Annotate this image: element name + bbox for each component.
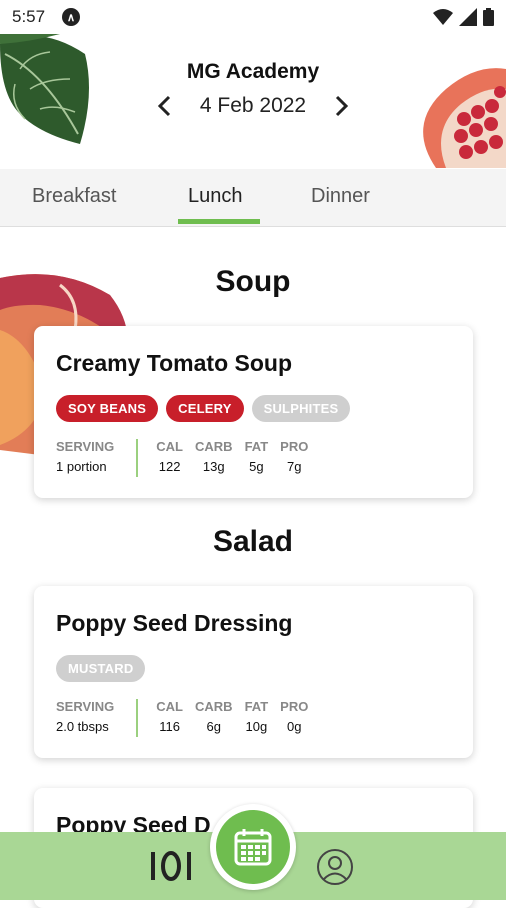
app-notification-icon: ∧ (62, 8, 80, 26)
allergen-badge: MUSTARD (56, 655, 146, 682)
next-day-button[interactable] (328, 92, 356, 120)
current-date: 4 Feb 2022 (199, 94, 307, 117)
serving-label: SERVING (56, 699, 115, 714)
calories-value: 122 (158, 459, 181, 474)
fat-label: FAT (244, 439, 269, 454)
serving-value: 1 portion (56, 459, 107, 474)
nutrition-row: SERVING 2.0 tbsps CAL 116 CARB 6g FAT 10… (56, 699, 320, 737)
menu-item-card[interactable]: Poppy Seed Dressing MUSTARD SERVING 2.0 … (34, 586, 473, 758)
calories-info: CAL 116 (156, 699, 183, 734)
carb-label: CARB (195, 439, 233, 454)
header-title: MG Academy (186, 60, 320, 83)
calories-label: CAL (156, 439, 183, 454)
calories-info: CAL 122 (156, 439, 183, 474)
battery-icon (483, 8, 494, 26)
section-title-soup: Soup (215, 265, 291, 298)
fat-value: 5g (249, 459, 264, 474)
protein-value: 0g (287, 719, 302, 734)
allergen-badges: SOY BEANS CELERY SULPHITES (56, 395, 351, 422)
calendar-button[interactable] (210, 804, 296, 890)
carb-value: 13g (202, 459, 225, 474)
wifi-icon (433, 9, 453, 25)
menu-item-card[interactable]: Creamy Tomato Soup SOY BEANS CELERY SULP… (34, 326, 473, 498)
fat-value: 10g (245, 719, 268, 734)
chevron-right-icon (336, 95, 349, 117)
tab-lunch[interactable]: Lunch (188, 185, 243, 208)
nutrition-divider (136, 439, 139, 477)
serving-info: SERVING 1 portion (56, 439, 114, 474)
allergen-badge: SOY BEANS (56, 395, 159, 422)
tab-dinner[interactable]: Dinner (311, 185, 370, 208)
date-navigator: 4 Feb 2022 (0, 92, 506, 120)
signal-icon (459, 8, 477, 26)
section-title-salad: Salad (212, 525, 294, 558)
menu-item-name: Creamy Tomato Soup (56, 350, 292, 376)
calendar-button-fill (216, 810, 290, 884)
calendar-icon (234, 829, 272, 866)
carb-label: CARB (195, 699, 233, 714)
profile-icon[interactable] (316, 848, 354, 886)
nutrition-divider (136, 699, 139, 737)
allergen-badge: CELERY (166, 395, 244, 422)
fat-label: FAT (244, 699, 269, 714)
protein-info: PRO 0g (280, 699, 308, 734)
allergen-badges: MUSTARD (56, 655, 146, 682)
serving-label: SERVING (56, 439, 115, 454)
nutrition-row: SERVING 1 portion CAL 122 CARB 13g FAT 5… (56, 439, 320, 477)
active-tab-indicator (178, 219, 260, 224)
calories-label: CAL (156, 699, 183, 714)
serving-value: 2.0 tbsps (56, 719, 109, 734)
status-time: 5:57 (12, 7, 46, 26)
cutlery-icon[interactable] (148, 848, 194, 884)
carb-info: CARB 6g (195, 699, 233, 734)
protein-label: PRO (280, 699, 309, 714)
carb-info: CARB 13g (195, 439, 233, 474)
fat-info: FAT 5g (245, 439, 269, 474)
protein-info: PRO 7g (280, 439, 308, 474)
protein-label: PRO (280, 439, 309, 454)
serving-info: SERVING 2.0 tbsps (56, 699, 114, 734)
tab-breakfast[interactable]: Breakfast (32, 185, 116, 208)
status-icons (433, 8, 494, 26)
protein-value: 7g (287, 459, 302, 474)
chevron-left-icon (157, 95, 170, 117)
allergen-badge: SULPHITES (251, 395, 351, 422)
calories-value: 116 (159, 719, 180, 734)
status-bar: 5:57 ∧ (0, 0, 506, 34)
previous-day-button[interactable] (150, 92, 178, 120)
menu-item-name: Poppy Seed Dressing (56, 610, 293, 636)
carb-value: 6g (206, 719, 222, 734)
fat-info: FAT 10g (245, 699, 269, 734)
